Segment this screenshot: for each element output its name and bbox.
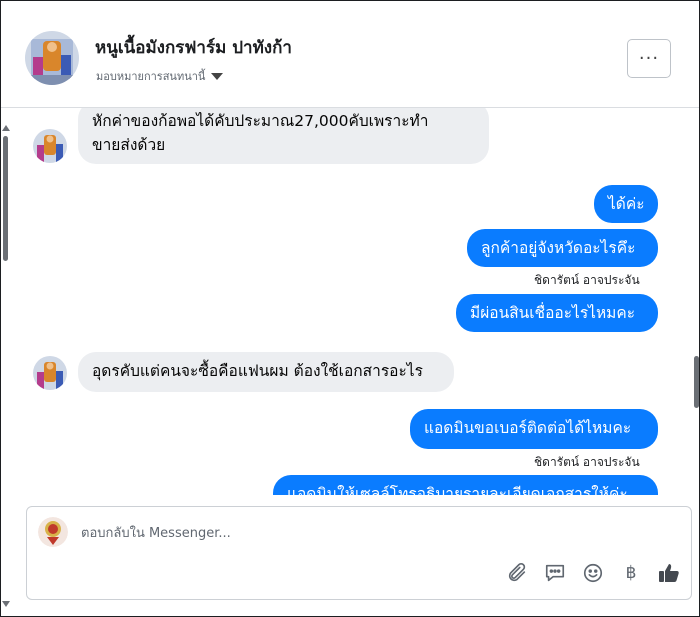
- reply-composer: ฿: [26, 506, 692, 600]
- message-outgoing: ลูกค้าอยู่จังหวัดอะไรคึะ: [467, 229, 658, 267]
- scroll-down-arrow[interactable]: [2, 601, 10, 607]
- ellipsis-icon: ···: [638, 48, 660, 69]
- more-options-button[interactable]: ···: [627, 39, 671, 78]
- agent-avatar: [38, 517, 68, 547]
- message-incoming: หักค่าของก้อพอได้คับประมาณ27,000คับเพราะ…: [78, 107, 489, 164]
- caret-down-icon: [211, 72, 224, 80]
- assign-conversation-dropdown[interactable]: มอบหมายการสนทนานี้: [96, 67, 224, 85]
- message-thread: หักค่าของก้อพอได้คับประมาณ27,000คับเพราะ…: [1, 107, 699, 495]
- message-outgoing: แอดมินขอเบอร์ติดต่อได้ไหมคะ: [410, 409, 658, 449]
- conversation-header: หนูเนื้อมังกรฟาร์ม ปาทังก้า มอบหมายการสน…: [1, 1, 699, 108]
- sender-label: ชิดารัตน์ อาจประจัน: [534, 455, 640, 469]
- message-incoming: อุดรคับแต่คนจะซื้อคือแฟนผม ต้องใช้เอกสาร…: [78, 352, 454, 392]
- paperclip-icon[interactable]: [505, 561, 529, 585]
- assign-label: มอบหมายการสนทนานี้: [96, 70, 206, 83]
- message-outgoing: ได้ค่ะ: [594, 185, 658, 223]
- page-title: หนูเนื้อมังกรฟาร์ม ปาทังก้า: [95, 38, 292, 58]
- thread-scrollbar-thumb[interactable]: [694, 356, 699, 408]
- message-outgoing: มีผ่อนสินเชื่ออะไรไหมคะ: [456, 294, 658, 332]
- saved-replies-icon[interactable]: [543, 561, 567, 585]
- customer-avatar: [33, 129, 67, 163]
- reply-input[interactable]: [79, 521, 643, 545]
- message-line: หักค่าของก้อพอได้คับประมาณ27,000คับเพราะ…: [92, 112, 429, 130]
- sender-label: ชิดารัตน์ อาจประจัน: [534, 273, 640, 287]
- message-outgoing: แอดมินให้เซลล์โทรอธิบายรายละเอียดเอกสารใ…: [273, 475, 658, 495]
- scrollbar-thumb[interactable]: [3, 136, 8, 261]
- composer-toolbar: ฿: [505, 561, 681, 585]
- message-line: ขายส่งด้วย: [92, 136, 166, 154]
- customer-avatar: [33, 356, 67, 390]
- messenger-conversation-panel: หนูเนื้อมังกรฟาร์ม ปาทังก้า มอบหมายการสน…: [0, 0, 700, 617]
- emoji-icon[interactable]: [581, 561, 605, 585]
- payment-baht-icon[interactable]: ฿: [619, 561, 643, 585]
- thumbs-up-icon[interactable]: [657, 561, 681, 585]
- scroll-up-arrow[interactable]: [2, 125, 10, 131]
- page-avatar[interactable]: [25, 31, 79, 85]
